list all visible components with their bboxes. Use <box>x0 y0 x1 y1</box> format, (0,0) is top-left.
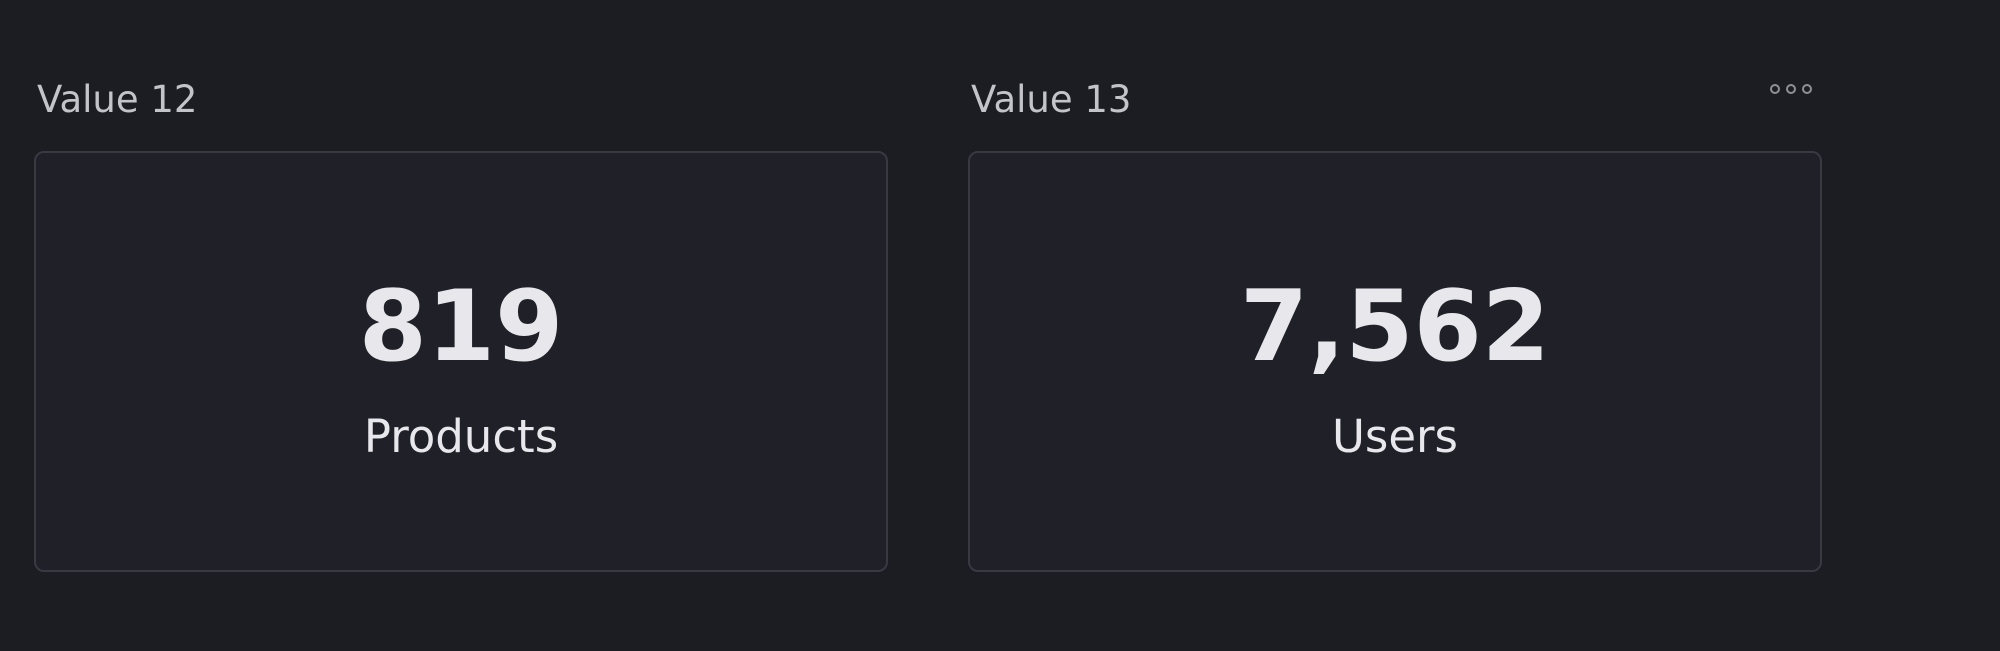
stat-value: 819 <box>358 270 564 384</box>
stat-panel-value-13: Value 13 7,562 Users <box>968 0 1826 651</box>
panel-title: Value 13 <box>971 78 1132 121</box>
more-horizontal-icon <box>1770 84 1780 94</box>
panel-title: Value 12 <box>37 78 198 121</box>
stat-value: 7,562 <box>1240 270 1550 384</box>
stat-card: 819 Products <box>34 151 888 572</box>
more-horizontal-icon <box>1802 84 1812 94</box>
more-horizontal-icon <box>1786 84 1796 94</box>
stat-card: 7,562 Users <box>968 151 1822 572</box>
stat-label: Users <box>1331 410 1458 463</box>
stat-panel-value-12: Value 12 819 Products <box>34 0 892 651</box>
more-options-button[interactable] <box>1766 80 1816 98</box>
stat-label: Products <box>363 410 559 463</box>
